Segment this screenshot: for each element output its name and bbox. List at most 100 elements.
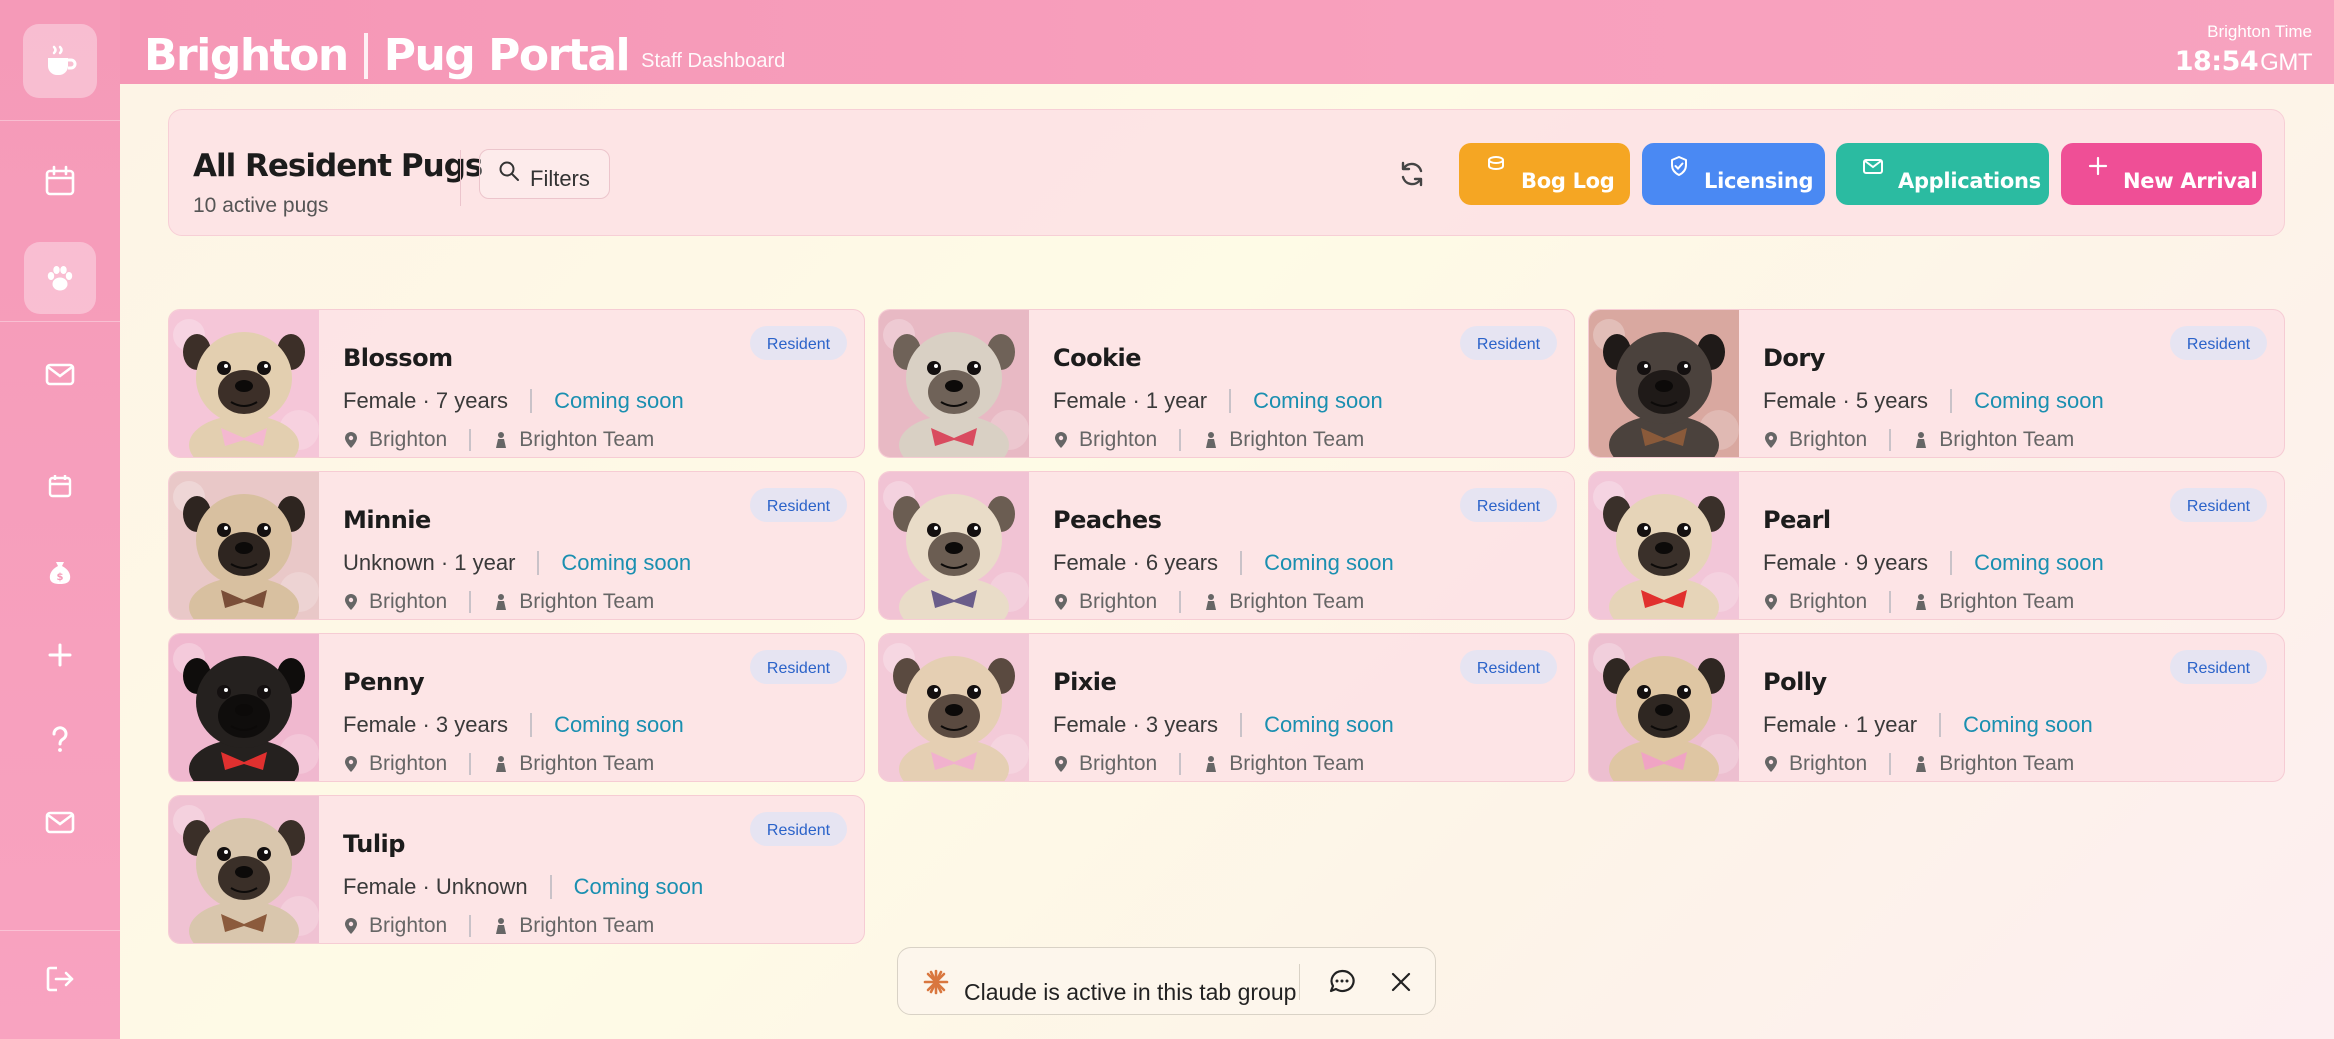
info-divider: [530, 713, 533, 737]
pug-name: Penny: [343, 668, 425, 696]
meta-divider: [1889, 753, 1892, 775]
applications-button[interactable]: Applications: [1836, 143, 2049, 205]
app-logo[interactable]: [23, 24, 97, 98]
pug-availability: Coming soon: [1253, 388, 1383, 413]
pug-card-blossom[interactable]: Resident Blossom Female · 7 years Coming…: [168, 309, 865, 458]
pug-location: Brighton: [369, 428, 448, 451]
bog-log-button[interactable]: Bog Log: [1459, 143, 1630, 205]
pug-name: Blossom: [343, 344, 453, 372]
pug-team: Brighton Team: [1939, 428, 2075, 451]
status-badge: Resident: [1460, 326, 1557, 360]
pug-info: Female · 3 years Coming soon: [1053, 712, 1394, 738]
bog-log-label: Bog Log: [1521, 169, 1615, 193]
person-icon: [1206, 756, 1217, 772]
pug-location: Brighton: [1789, 752, 1868, 775]
status-badge: Resident: [1460, 488, 1557, 522]
pug-photo: [879, 310, 1029, 457]
sidebar-item-schedule[interactable]: [24, 450, 96, 522]
pug-card-pearl[interactable]: Resident Pearl Female · 9 years Coming s…: [1588, 471, 2285, 620]
sidebar-divider: [0, 930, 120, 931]
pug-photo: [1589, 634, 1739, 781]
sidebar-item-finance[interactable]: $: [24, 535, 96, 607]
new-arrival-button[interactable]: New Arrival: [2061, 143, 2262, 205]
pug-info: Female · 5 years Coming soon: [1763, 388, 2104, 414]
brand-left: Brighton: [144, 30, 349, 81]
pug-team: Brighton Team: [519, 752, 655, 775]
pug-name: Polly: [1763, 668, 1827, 696]
person-icon: [496, 432, 507, 448]
brand-right: Pug Portal: [383, 30, 631, 81]
status-badge: Resident: [750, 326, 847, 360]
pug-card-pixie[interactable]: Resident Pixie Female · 3 years Coming s…: [878, 633, 1575, 782]
pug-portrait: [879, 472, 1029, 619]
new-arrival-label: New Arrival: [2123, 169, 2258, 193]
pug-team: Brighton Team: [1939, 752, 2075, 775]
claude-status-bar: Claude is active in this tab group: [897, 947, 1436, 1015]
logout-icon: [46, 966, 74, 992]
pug-card-tulip[interactable]: Resident Tulip Female · Unknown Coming s…: [168, 795, 865, 944]
location-pin-icon: [1055, 756, 1067, 772]
pug-team: Brighton Team: [1229, 590, 1365, 613]
pug-name: Tulip: [343, 830, 405, 858]
pug-card-minnie[interactable]: Resident Minnie Unknown · 1 year Coming …: [168, 471, 865, 620]
pug-card-peaches[interactable]: Resident Peaches Female · 6 years Coming…: [878, 471, 1575, 620]
meta-divider: [1179, 753, 1182, 775]
pug-card-polly[interactable]: Resident Polly Female · 1 year Coming so…: [1588, 633, 2285, 782]
pug-meta: Brighton Brighton Team: [343, 590, 654, 614]
close-button[interactable]: [1385, 966, 1417, 998]
status-badge: Resident: [2170, 650, 2267, 684]
refresh-icon: [1401, 161, 1423, 187]
location-pin-icon: [1055, 594, 1067, 610]
pug-location: Brighton: [1789, 428, 1868, 451]
pug-location: Brighton: [369, 752, 448, 775]
info-divider: [549, 875, 552, 899]
sidebar-item-help[interactable]: [24, 703, 96, 775]
calendar-icon: [45, 165, 75, 196]
sidebar-item-inbox[interactable]: [24, 786, 96, 858]
pug-name: Dory: [1763, 344, 1825, 372]
chat-button[interactable]: [1326, 966, 1358, 998]
logout-button[interactable]: [24, 943, 96, 1015]
pug-sex-age: Female · 3 years: [343, 712, 509, 737]
pug-team: Brighton Team: [1229, 428, 1365, 451]
refresh-button[interactable]: [1392, 154, 1432, 194]
pug-location: Brighton: [369, 914, 448, 937]
toolbar-divider: [460, 150, 461, 206]
pugs-toolbar: All Resident Pugs 10 active pugs Filters…: [168, 109, 2285, 236]
pug-location: Brighton: [1079, 590, 1158, 613]
licensing-button[interactable]: Licensing: [1642, 143, 1825, 205]
pug-portrait: [1589, 310, 1739, 457]
meta-divider: [1179, 591, 1182, 613]
sidebar-item-add[interactable]: [24, 619, 96, 691]
person-icon: [496, 918, 507, 934]
database-icon: [1488, 156, 1504, 171]
plus-icon: [48, 643, 72, 667]
pug-card-dory[interactable]: Resident Dory Female · 5 years Coming so…: [1588, 309, 2285, 458]
page-title: All Resident Pugs: [193, 148, 483, 184]
sidebar-item-messages[interactable]: [24, 338, 96, 410]
pug-meta: Brighton Brighton Team: [343, 914, 654, 938]
mail-icon: [1863, 159, 1883, 174]
sidebar-item-calendar[interactable]: [24, 145, 96, 217]
pug-sex-age: Female · 7 years: [343, 388, 509, 413]
pug-card-cookie[interactable]: Resident Cookie Female · 1 year Coming s…: [878, 309, 1575, 458]
pug-sex-age: Female · 1 year: [1053, 388, 1208, 413]
pug-card-penny[interactable]: Resident Penny Female · 3 years Coming s…: [168, 633, 865, 782]
status-badge: Resident: [750, 488, 847, 522]
filters-button[interactable]: Filters: [479, 149, 610, 199]
person-icon: [1206, 594, 1217, 610]
location-pin-icon: [345, 594, 357, 610]
pug-team: Brighton Team: [1229, 752, 1365, 775]
help-icon: [52, 726, 68, 752]
pug-photo: [879, 472, 1029, 619]
pug-meta: Brighton Brighton Team: [343, 752, 654, 776]
clock: Brighton Time 18:54GMT: [2175, 22, 2313, 77]
pug-photo: [879, 634, 1029, 781]
pug-sex-age: Female · 6 years: [1053, 550, 1219, 575]
close-icon: [1391, 972, 1411, 992]
location-pin-icon: [1765, 432, 1777, 448]
sidebar-item-pugs[interactable]: [24, 242, 96, 314]
pug-team: Brighton Team: [519, 590, 655, 613]
pug-sex-age: Female · 5 years: [1763, 388, 1929, 413]
info-divider: [1229, 389, 1232, 413]
